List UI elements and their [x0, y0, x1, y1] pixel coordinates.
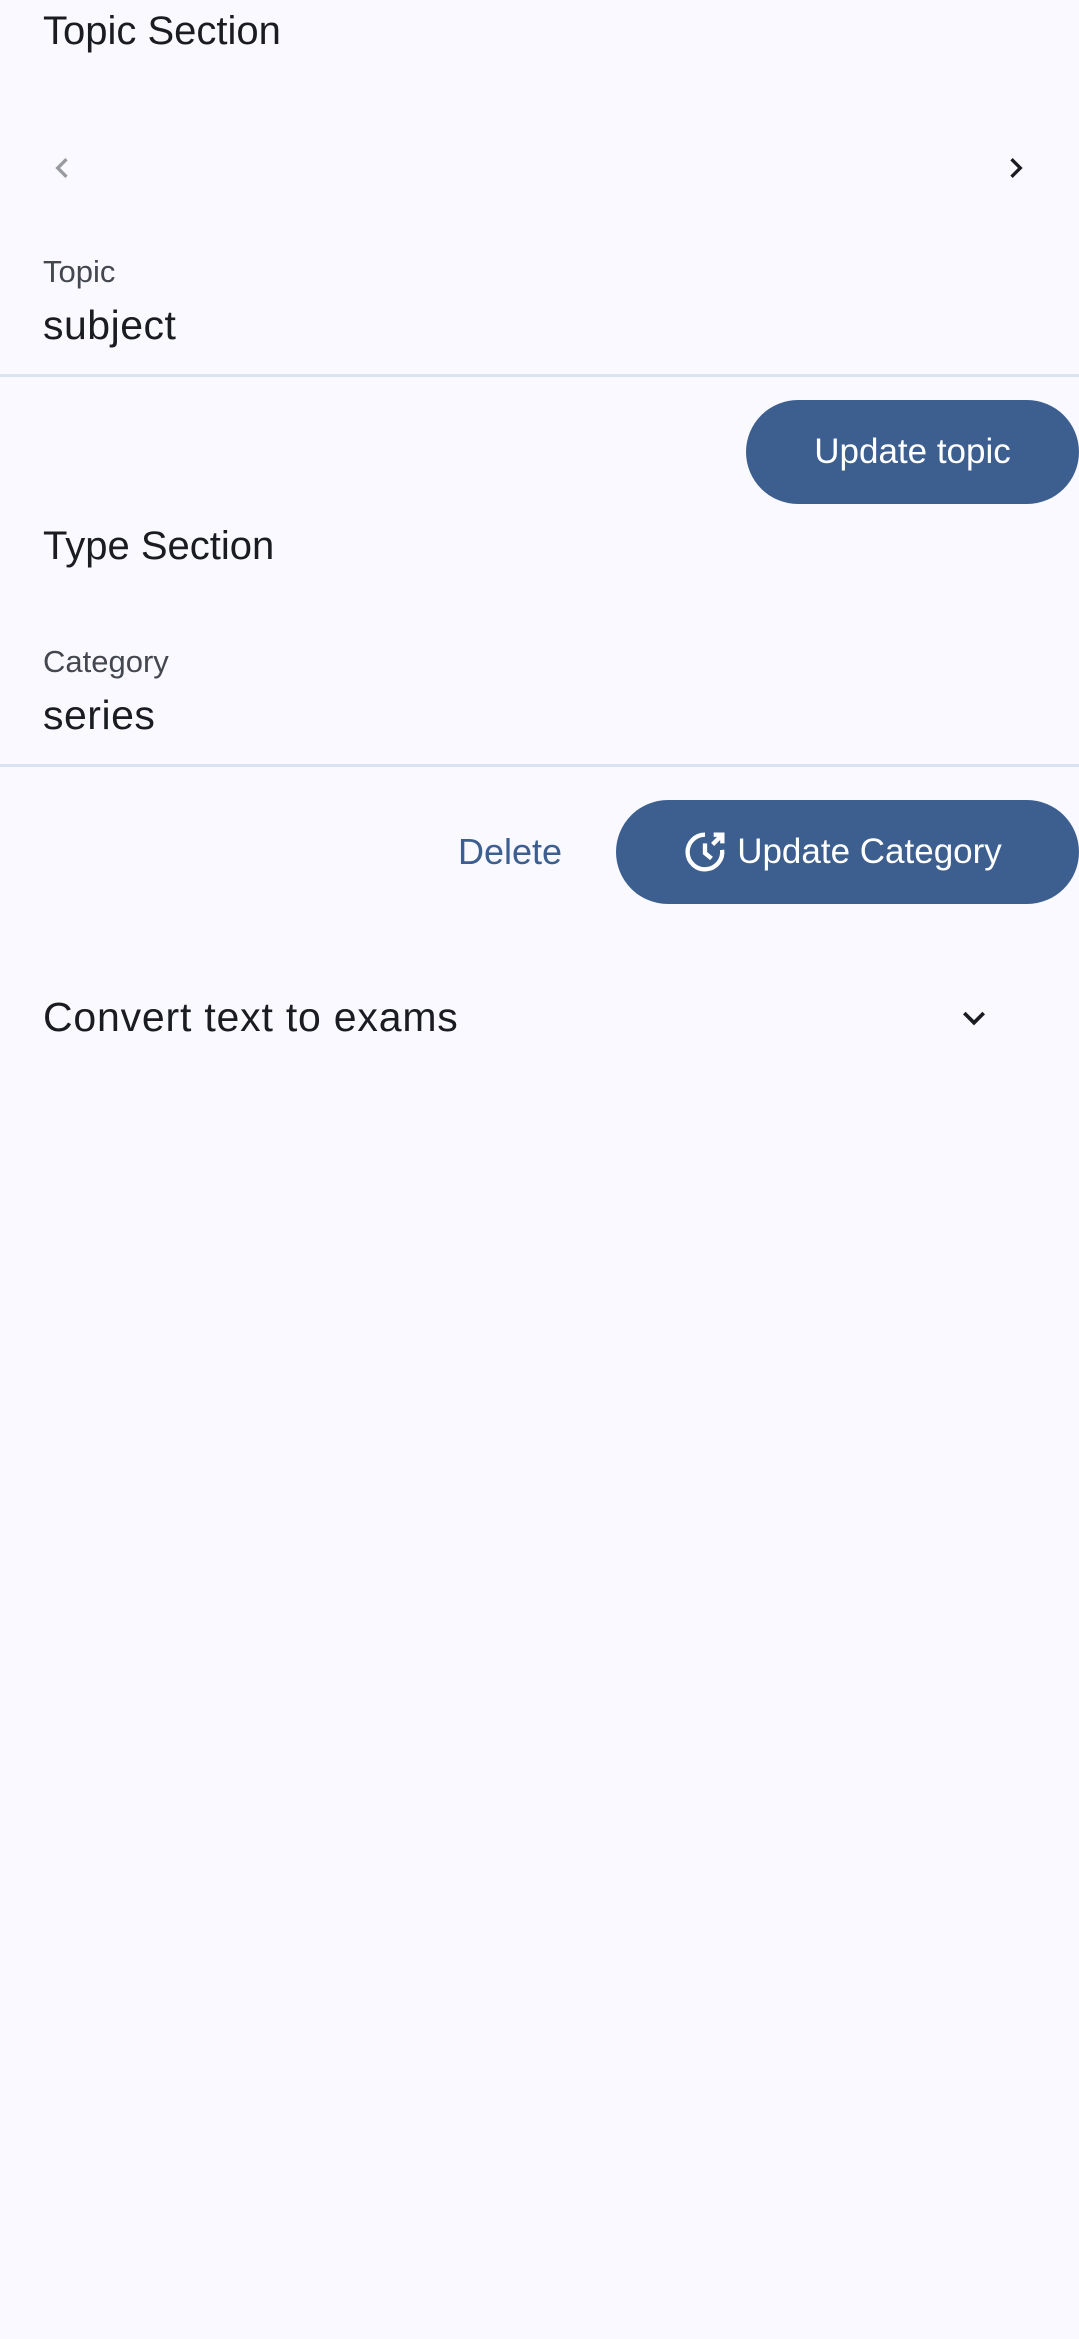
update-category-button[interactable]: Update Category — [616, 800, 1079, 904]
type-section-title: Type Section — [43, 524, 275, 568]
update-category-button-label: Update Category — [737, 832, 1002, 871]
next-topic-button[interactable] — [984, 136, 1048, 200]
update-topic-button-label: Update topic — [814, 432, 1011, 471]
update-icon — [685, 832, 725, 872]
category-field-label: Category — [43, 644, 169, 679]
topic-field-underline — [0, 374, 1079, 377]
update-topic-button[interactable]: Update topic — [746, 400, 1079, 504]
category-field-underline — [0, 764, 1079, 767]
topic-section-title: Topic Section — [43, 9, 281, 53]
convert-text-to-exams-expander[interactable]: Convert text to exams — [0, 980, 1079, 1060]
delete-category-button-label: Delete — [457, 831, 563, 872]
previous-topic-button[interactable] — [30, 136, 94, 200]
category-field-value[interactable]: series — [43, 695, 155, 736]
chevron-right-icon — [1010, 158, 1023, 178]
topic-field-label: Topic — [43, 254, 116, 289]
convert-text-to-exams-label: Convert text to exams — [43, 994, 459, 1040]
topic-field-value[interactable]: subject — [43, 305, 176, 346]
chevron-down-icon[interactable] — [948, 992, 1000, 1044]
delete-category-button[interactable]: Delete — [430, 806, 590, 898]
category-field[interactable]: Category series — [0, 640, 1079, 770]
topic-field[interactable]: Topic subject — [0, 250, 1079, 380]
chevron-left-icon — [55, 158, 68, 178]
